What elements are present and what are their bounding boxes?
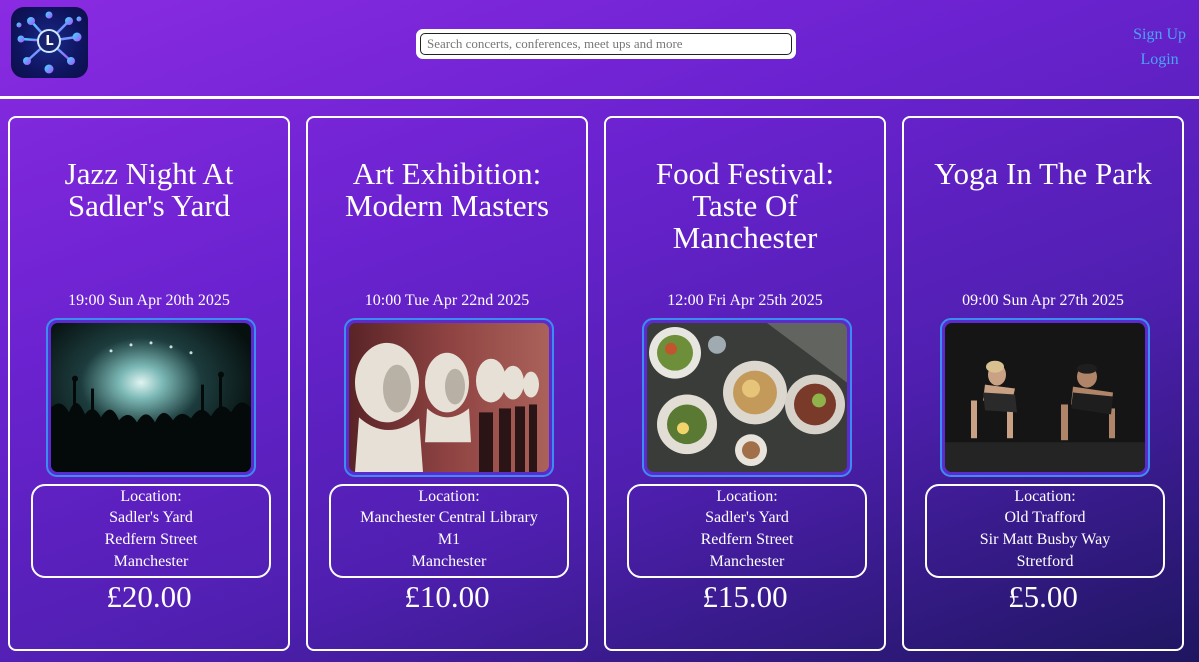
event-location: Location: Old Trafford Sir Matt Busby Wa… (925, 484, 1165, 578)
login-link[interactable]: Login (1133, 47, 1186, 72)
search-box (416, 29, 796, 59)
search-input[interactable] (420, 33, 792, 55)
event-title: Food Festival: Taste Of Manchester (655, 156, 835, 255)
fitness-pushup-image (945, 323, 1145, 472)
event-price: £20.00 (106, 579, 192, 614)
event-location: Location: Sadler's Yard Redfern Street M… (31, 484, 271, 578)
location-line: Manchester (113, 553, 189, 570)
location-line: Redfern Street (104, 531, 198, 548)
location-label: Location: (1014, 488, 1076, 505)
location-line: Old Trafford (1004, 509, 1086, 526)
location-label: Location: (716, 488, 778, 505)
auth-links: Sign Up Login (1133, 22, 1186, 72)
location-line: Stretford (1016, 553, 1074, 570)
event-price: £15.00 (702, 579, 788, 614)
app-logo[interactable]: L (11, 7, 88, 78)
event-title: Jazz Night At Sadler's Yard (64, 156, 234, 223)
event-price: £5.00 (1008, 579, 1078, 614)
location-line: Manchester (411, 553, 487, 570)
location-line: Redfern Street (700, 531, 794, 548)
header-divider (0, 96, 1199, 99)
event-location: Location: Sadler's Yard Redfern Street M… (627, 484, 867, 578)
signup-link[interactable]: Sign Up (1133, 22, 1186, 47)
location-line: Manchester Central Library (360, 509, 538, 526)
location-line: Sir Matt Busby Way (979, 531, 1111, 548)
event-location: Location: Manchester Central Library M1 … (329, 484, 569, 578)
event-image[interactable] (940, 318, 1150, 477)
event-card[interactable]: Jazz Night At Sadler's Yard 19:00 Sun Ap… (8, 116, 290, 651)
event-image[interactable] (46, 318, 256, 477)
event-card[interactable]: Yoga In The Park 09:00 Sun Apr 27th 2025 (902, 116, 1184, 651)
logo-letter: L (45, 34, 54, 49)
event-image[interactable] (344, 318, 554, 477)
location-line: Sadler's Yard (705, 509, 789, 526)
concert-crowd-image (51, 323, 251, 472)
food-plates-image (647, 323, 847, 472)
location-line: M1 (437, 531, 461, 548)
event-image[interactable] (642, 318, 852, 477)
event-card[interactable]: Food Festival: Taste Of Manchester 12:00… (604, 116, 886, 651)
sculpture-busts-image (349, 323, 549, 472)
location-label: Location: (120, 488, 182, 505)
event-price: £10.00 (404, 579, 490, 614)
event-datetime: 10:00 Tue Apr 22nd 2025 (364, 292, 530, 309)
event-cards: Jazz Night At Sadler's Yard 19:00 Sun Ap… (8, 116, 1192, 652)
event-title: Art Exhibition: Modern Masters (344, 156, 550, 223)
event-datetime: 09:00 Sun Apr 27th 2025 (962, 292, 1124, 309)
location-label: Location: (418, 488, 480, 505)
location-line: Sadler's Yard (109, 509, 193, 526)
event-title: Yoga In The Park (934, 156, 1152, 191)
event-card[interactable]: Art Exhibition: Modern Masters 10:00 Tue… (306, 116, 588, 651)
location-line: Manchester (709, 553, 785, 570)
event-datetime: 19:00 Sun Apr 20th 2025 (68, 292, 230, 309)
header: L Sign Up Login (0, 0, 1199, 99)
event-datetime: 12:00 Fri Apr 25th 2025 (667, 292, 823, 309)
